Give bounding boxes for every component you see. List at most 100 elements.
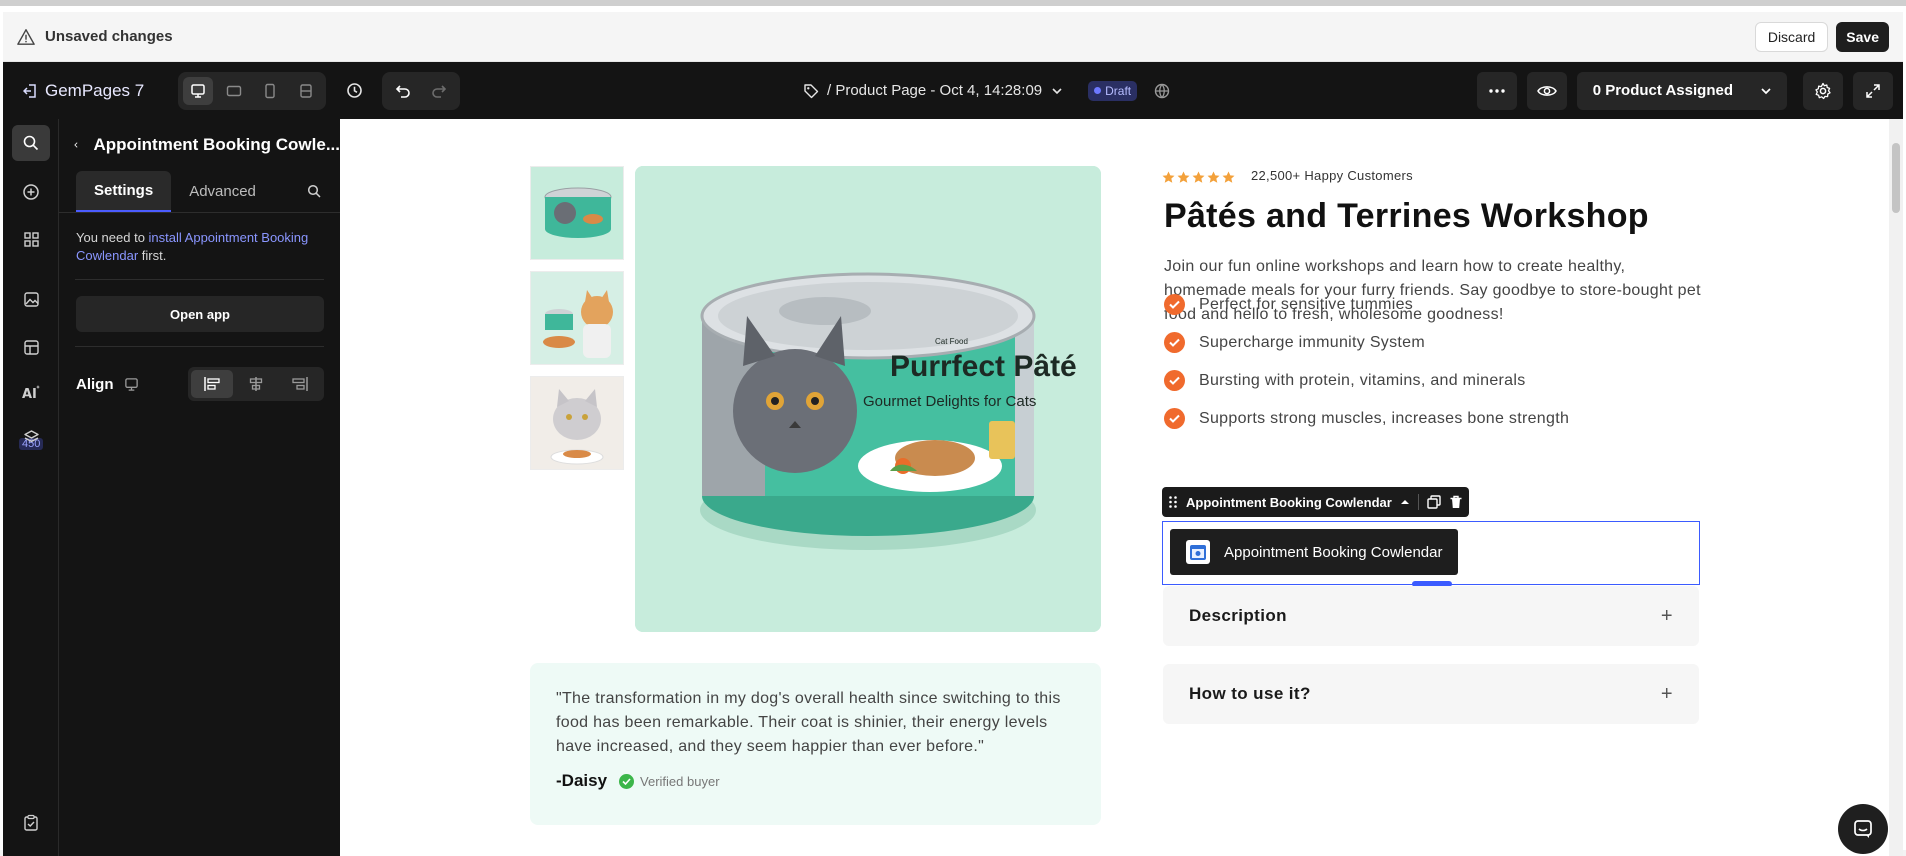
tab-advanced[interactable]: Advanced	[171, 171, 274, 212]
left-icon-rail: 450 AI	[3, 119, 59, 856]
element-toolbar-label[interactable]: Appointment Booking Cowlendar	[1186, 495, 1392, 510]
history-button[interactable]	[340, 77, 368, 105]
rail-images-button[interactable]	[12, 281, 50, 317]
redo-button[interactable]	[422, 76, 456, 106]
page-path: / Product Page - Oct 4, 14:28:09	[827, 82, 1043, 99]
align-right-icon	[292, 377, 308, 391]
testimonial-quote: "The transformation in my dog's overall …	[556, 690, 1061, 755]
panel-search-button[interactable]	[307, 171, 322, 212]
product-thumbnail-2[interactable]	[530, 271, 624, 365]
product-thumbnail-1[interactable]	[530, 166, 624, 260]
trash-icon[interactable]	[1449, 495, 1463, 509]
align-left-button[interactable]	[191, 370, 233, 398]
gear-icon	[1815, 82, 1831, 99]
tablet-landscape-icon	[227, 85, 242, 96]
brand-name: GemPages 7	[45, 80, 145, 100]
undo-button[interactable]	[386, 76, 420, 106]
settings-panel: Appointment Booking Cowle... Settings Ad…	[59, 119, 340, 856]
unsaved-message: Unsaved changes	[45, 28, 173, 45]
align-center-button[interactable]	[235, 370, 277, 398]
accordion-title: Description	[1189, 606, 1287, 625]
globe-icon[interactable]	[1153, 82, 1171, 100]
rating-stars	[1162, 171, 1235, 184]
responsive-icon	[300, 83, 312, 98]
responsive-view-button[interactable]	[291, 77, 321, 105]
back-chevron-icon[interactable]	[73, 138, 80, 152]
review-count: 22,500+ Happy Customers	[1251, 168, 1413, 183]
search-icon	[307, 184, 321, 198]
rail-apps-button[interactable]	[12, 221, 50, 257]
product-title: Pâtés and Terrines Workshop	[1164, 197, 1649, 235]
open-app-button[interactable]: Open app	[76, 296, 324, 332]
can-sub-text: Gourmet Delights for Cats	[863, 393, 1036, 410]
support-chat-button[interactable]	[1838, 804, 1888, 854]
brand-exit-button[interactable]: GemPages 7	[23, 81, 144, 101]
divider	[75, 346, 324, 347]
mobile-icon	[265, 83, 275, 98]
align-center-icon	[249, 377, 263, 391]
preview-button[interactable]	[1526, 71, 1567, 110]
apps-icon	[23, 231, 39, 247]
discard-button[interactable]: Discard	[1754, 21, 1829, 52]
panel-header: Appointment Booking Cowle...	[59, 119, 340, 171]
rail-templates-button[interactable]	[12, 329, 50, 365]
can-label-text: Purrfect Pâté	[890, 350, 1077, 383]
align-label: Align	[76, 375, 114, 393]
settings-button[interactable]	[1803, 71, 1843, 110]
rail-add-element-button[interactable]	[12, 174, 50, 210]
rail-checklist-button[interactable]	[12, 804, 50, 840]
fullscreen-button[interactable]	[1853, 71, 1893, 110]
accordion-title: How to use it?	[1189, 684, 1311, 703]
desktop-icon[interactable]	[124, 377, 139, 392]
product-thumbnail-3[interactable]	[530, 376, 624, 470]
product-description: Join our fun online workshops and learn …	[1164, 258, 1701, 323]
duplicate-icon[interactable]	[1427, 495, 1441, 509]
app-window: Unsaved changes Discard Save GemPages 7	[0, 0, 1906, 856]
feature-item: Supports strong muscles, increases bone …	[1164, 408, 1569, 429]
tablet-landscape-view-button[interactable]	[219, 77, 249, 105]
cat-eating-image	[531, 377, 623, 469]
accordion-how-to-use[interactable]: How to use it? +	[1163, 664, 1699, 724]
testimonial-author: -Daisy	[556, 771, 608, 790]
feature-text: Perfect for sensitive tummies	[1199, 295, 1414, 313]
clock-icon	[346, 83, 362, 98]
star-icon	[1207, 171, 1220, 183]
align-right-button[interactable]	[279, 370, 321, 398]
editor-toolbar: GemPages 7 / Product Page - Oct 4, 14:28…	[3, 62, 1903, 119]
product-assigned-dropdown[interactable]: 0 Product Assigned	[1576, 71, 1787, 110]
page-selector[interactable]: / Product Page - Oct 4, 14:28:09 Draft	[803, 62, 1171, 119]
align-left-icon	[204, 377, 220, 391]
mobile-view-button[interactable]	[255, 77, 285, 105]
save-button[interactable]: Save	[1836, 21, 1889, 52]
notice-prefix: You need to	[76, 230, 149, 245]
feature-item: Perfect for sensitive tummies	[1164, 294, 1413, 315]
caret-up-icon[interactable]	[1400, 497, 1410, 507]
install-notice: You need to install Appointment Booking …	[59, 213, 340, 265]
appointment-booking-button[interactable]: Appointment Booking Cowlendar	[1170, 529, 1459, 575]
testimonial-author-row: -Daisy Verified buyer	[556, 771, 1075, 791]
device-switcher	[178, 71, 327, 110]
eye-icon	[1536, 85, 1557, 96]
template-icon	[23, 339, 39, 355]
star-icon	[1177, 171, 1190, 183]
canvas-scrollbar[interactable]	[1889, 119, 1903, 856]
desktop-view-button[interactable]	[183, 76, 214, 105]
drag-handle-icon[interactable]	[1168, 495, 1178, 509]
page-canvas: Purrfect Pâté Gourmet Delights for Cats …	[340, 119, 1903, 856]
more-options-button[interactable]	[1476, 71, 1517, 110]
align-options	[188, 367, 324, 401]
check-icon	[1164, 294, 1185, 315]
product-main-image[interactable]: Purrfect Pâté Gourmet Delights for Cats …	[635, 166, 1101, 632]
undo-icon	[396, 84, 411, 98]
rail-layers-toggle[interactable]	[12, 419, 50, 455]
rail-search-button[interactable]	[12, 125, 50, 161]
scrollbar-thumb[interactable]	[1892, 143, 1900, 213]
rail-ai-button[interactable]: AI	[12, 374, 50, 410]
check-icon	[1164, 370, 1185, 391]
plus-circle-icon	[23, 184, 39, 200]
tab-settings[interactable]: Settings	[76, 171, 172, 212]
more-horizontal-icon	[1488, 88, 1505, 93]
accordion-description[interactable]: Description +	[1163, 586, 1699, 646]
unsaved-actions: Discard Save	[1754, 21, 1889, 52]
verified-label: Verified buyer	[640, 773, 720, 789]
